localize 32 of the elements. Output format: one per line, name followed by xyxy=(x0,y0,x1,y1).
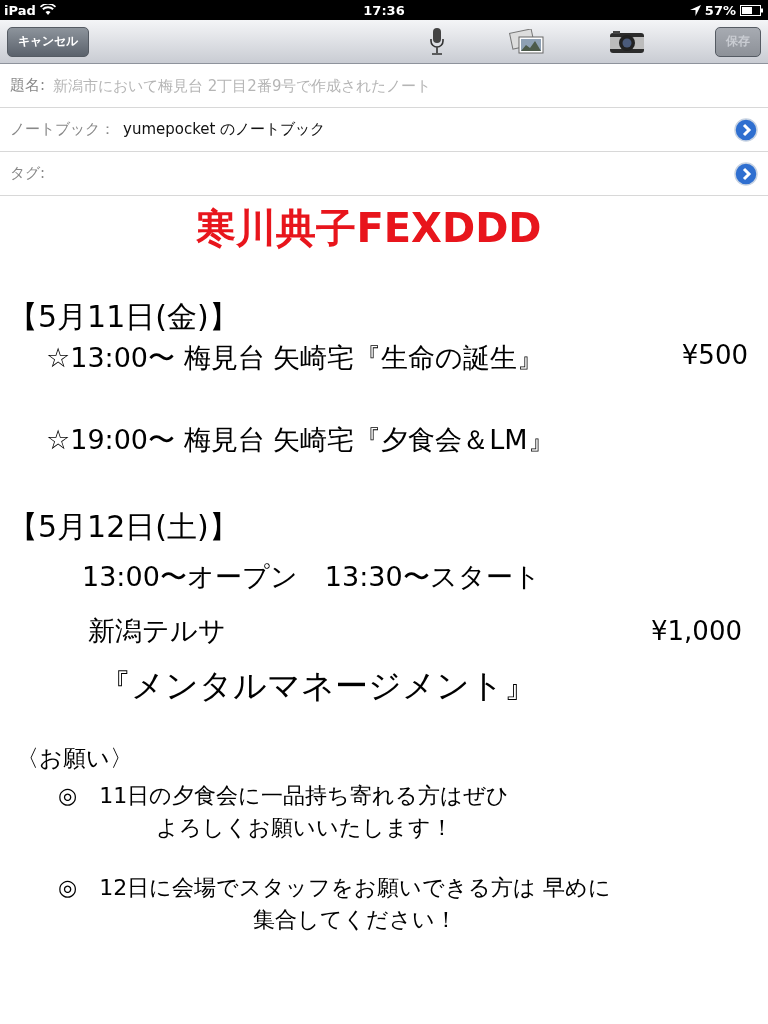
note-line: 〈お願い〉 xyxy=(16,743,134,773)
clock-time: 17:36 xyxy=(363,2,405,18)
field-label: ノートブック： xyxy=(10,120,115,139)
price-text: ¥500 xyxy=(681,340,748,370)
note-heading: 寒川典子FEXDDD xyxy=(196,203,542,253)
field-label: タグ: xyxy=(10,164,46,183)
cancel-button[interactable]: キャンセル xyxy=(7,26,89,57)
note-line: 【5月11日(金)】 xyxy=(8,297,240,336)
microphone-icon[interactable] xyxy=(429,26,445,57)
camera-icon[interactable] xyxy=(609,29,645,54)
note-line: 13:00〜オープン 13:30〜スタート xyxy=(82,560,542,594)
note-text: 12日に会場でスタッフをお願いできる方は 早めに 集合してください！ xyxy=(99,874,612,934)
location-arrow-icon xyxy=(689,4,701,16)
battery-percent: 57% xyxy=(704,2,736,18)
note-line: 【5月12日(土)】 xyxy=(8,507,240,546)
disclosure-icon[interactable] xyxy=(734,117,758,142)
note-line: ☆19:00〜 梅見台 矢崎宅『夕食会＆LM』 xyxy=(46,423,556,457)
battery-icon xyxy=(740,4,764,16)
note-line: 『メンタルマネージメント』 xyxy=(98,664,538,707)
bullet-mark: ◎ xyxy=(58,874,78,902)
note-line: 新潟テルサ xyxy=(88,614,227,648)
note-text: 11日の夕食会に一品持ち寄れる方はぜひ よろしくお願いいたします！ xyxy=(99,782,510,842)
field-label: 題名: xyxy=(10,76,46,95)
bullet-mark: ◎ xyxy=(58,782,78,810)
disclosure-icon[interactable] xyxy=(734,161,758,186)
title-field[interactable]: 新潟市において梅見台 2丁目2番9号で作成されたノート xyxy=(53,76,758,95)
note-line: ☆13:00〜 梅見台 矢崎宅『生命の誕生』 xyxy=(46,341,546,375)
wifi-icon xyxy=(39,4,56,16)
price-text: ¥1,000 xyxy=(651,616,742,646)
photos-icon[interactable] xyxy=(509,28,545,55)
device-name: iPad xyxy=(4,2,36,18)
field-value[interactable]: yumepocket のノートブック xyxy=(123,120,734,139)
